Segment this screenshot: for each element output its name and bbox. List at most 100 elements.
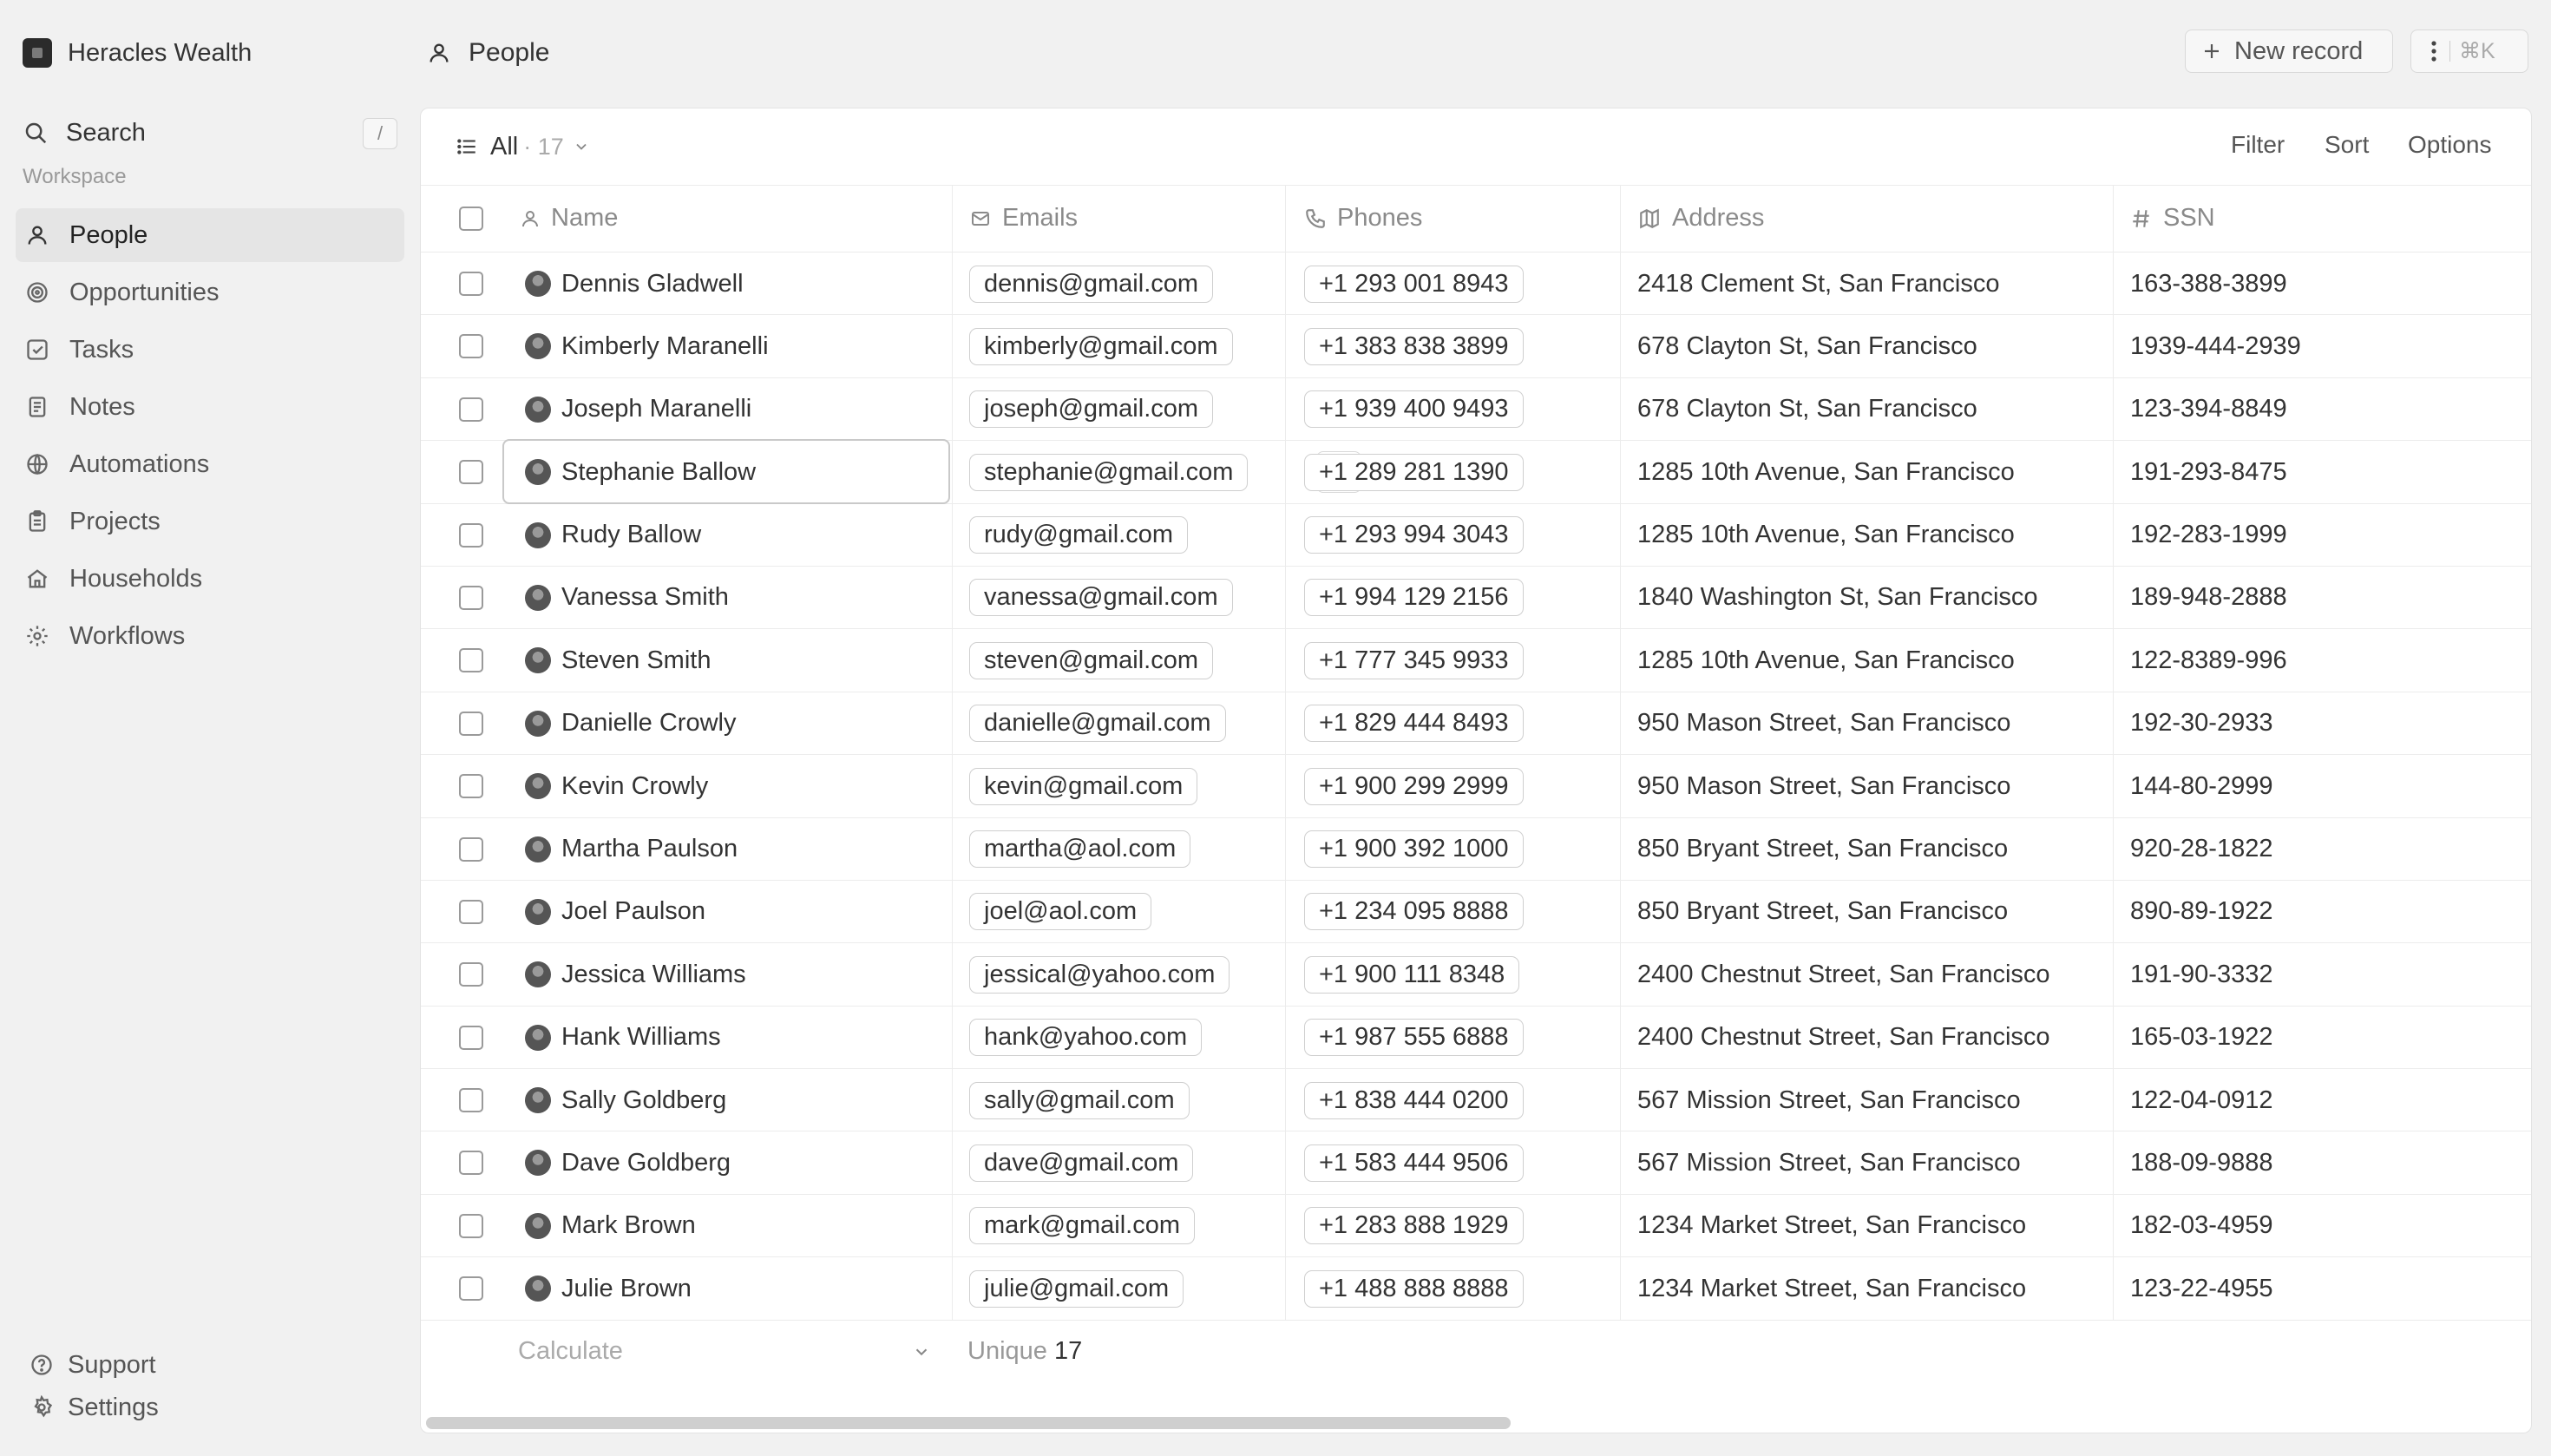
- phone-cell[interactable]: +1 838 444 0200: [1304, 1069, 1524, 1131]
- address-cell[interactable]: 678 Clayton St, San Francisco: [1637, 315, 1977, 377]
- phone-cell[interactable]: +1 293 001 8943: [1304, 253, 1524, 315]
- name-cell[interactable]: Stephanie Ballow: [525, 441, 756, 503]
- phone-chip[interactable]: +1 383 838 3899: [1304, 327, 1524, 365]
- table-row[interactable]: Sally Goldberg sally@gmail.com +1 838 444 …: [421, 1069, 2531, 1132]
- table-row[interactable]: Joel Paulson joel@aol.com +1 234 095 8888 8…: [421, 881, 2531, 944]
- filter-button[interactable]: Filter: [2231, 131, 2285, 159]
- phone-chip[interactable]: +1 234 095 8888: [1304, 893, 1524, 931]
- email-cell[interactable]: vanessa@gmail.com: [969, 567, 1233, 629]
- sidebar-item-people[interactable]: People: [16, 208, 404, 262]
- address-cell[interactable]: 1234 Market Street, San Francisco: [1637, 1257, 2026, 1320]
- support-link[interactable]: Support: [30, 1348, 156, 1382]
- name-cell[interactable]: Rudy Ballow: [525, 504, 701, 567]
- table-row[interactable]: Martha Paulson martha@aol.com +1 900 392 1…: [421, 818, 2531, 881]
- email-cell[interactable]: mark@gmail.com: [969, 1195, 1196, 1257]
- ssn-cell[interactable]: 182-03-4959: [2130, 1195, 2272, 1257]
- phone-cell[interactable]: +1 583 444 9506: [1304, 1131, 1524, 1194]
- address-cell[interactable]: 1285 10th Avenue, San Francisco: [1637, 629, 2015, 692]
- name-cell[interactable]: Kevin Crowly: [525, 755, 708, 817]
- address-cell[interactable]: 1234 Market Street, San Francisco: [1637, 1195, 2026, 1257]
- sidebar-item-workflows[interactable]: Workflows: [16, 609, 404, 663]
- phone-cell[interactable]: +1 777 345 9933: [1304, 629, 1524, 692]
- phone-chip[interactable]: +1 488 888 8888: [1304, 1269, 1524, 1308]
- row-checkbox[interactable]: [459, 648, 483, 673]
- row-checkbox[interactable]: [459, 334, 483, 359]
- row-checkbox[interactable]: [459, 1276, 483, 1302]
- name-cell[interactable]: Jessica Williams: [525, 943, 746, 1006]
- ssn-cell[interactable]: 123-394-8849: [2130, 378, 2287, 441]
- address-cell[interactable]: 1285 10th Avenue, San Francisco: [1637, 441, 2015, 503]
- name-cell[interactable]: Mark Brown: [525, 1195, 696, 1257]
- row-checkbox[interactable]: [459, 1151, 483, 1176]
- column-header-phones[interactable]: Phones: [1304, 185, 1422, 252]
- email-cell[interactable]: kevin@gmail.com: [969, 755, 1198, 817]
- phone-chip[interactable]: +1 900 111 8348: [1304, 955, 1520, 994]
- email-chip[interactable]: vanessa@gmail.com: [969, 579, 1233, 617]
- email-cell[interactable]: joel@aol.com: [969, 881, 1152, 943]
- address-cell[interactable]: 1285 10th Avenue, San Francisco: [1637, 504, 2015, 567]
- address-cell[interactable]: 567 Mission Street, San Francisco: [1637, 1069, 2021, 1131]
- email-cell[interactable]: dave@gmail.com: [969, 1131, 1194, 1194]
- name-cell[interactable]: Danielle Crowly: [525, 692, 736, 755]
- ssn-cell[interactable]: 890-89-1922: [2130, 881, 2272, 943]
- phone-chip[interactable]: +1 838 444 0200: [1304, 1081, 1524, 1119]
- table-row[interactable]: Dennis Gladwell dennis@gmail.com +1 293 00…: [421, 253, 2531, 316]
- phone-chip[interactable]: +1 289 281 1390: [1304, 453, 1524, 491]
- name-cell[interactable]: Vanessa Smith: [525, 567, 729, 629]
- phone-chip[interactable]: +1 293 994 3043: [1304, 516, 1524, 554]
- email-chip[interactable]: danielle@gmail.com: [969, 705, 1226, 743]
- address-cell[interactable]: 850 Bryant Street, San Francisco: [1637, 818, 2008, 881]
- table-row[interactable]: Kevin Crowly kevin@gmail.com +1 900 299 29…: [421, 755, 2531, 818]
- phone-cell[interactable]: +1 900 392 1000: [1304, 818, 1524, 881]
- phone-cell[interactable]: +1 234 095 8888: [1304, 881, 1524, 943]
- email-cell[interactable]: martha@aol.com: [969, 818, 1191, 881]
- phone-chip[interactable]: +1 900 299 2999: [1304, 767, 1524, 805]
- phone-chip[interactable]: +1 829 444 8493: [1304, 705, 1524, 743]
- email-chip[interactable]: kimberly@gmail.com: [969, 327, 1233, 365]
- ssn-cell[interactable]: 192-283-1999: [2130, 504, 2287, 567]
- column-header-name[interactable]: Name: [520, 185, 618, 252]
- row-checkbox[interactable]: [459, 1025, 483, 1050]
- sidebar-item-notes[interactable]: Notes: [16, 380, 404, 434]
- ssn-cell[interactable]: 191-293-8475: [2130, 441, 2287, 503]
- address-cell[interactable]: 1840 Washington St, San Francisco: [1637, 567, 2038, 629]
- phone-chip[interactable]: +1 293 001 8943: [1304, 265, 1524, 303]
- column-header-emails[interactable]: Emails: [969, 185, 1078, 252]
- ssn-cell[interactable]: 189-948-2888: [2130, 567, 2287, 629]
- row-checkbox[interactable]: [459, 899, 483, 924]
- email-chip[interactable]: dennis@gmail.com: [969, 265, 1214, 303]
- table-row[interactable]: Mark Brown mark@gmail.com +1 283 888 1929 1…: [421, 1195, 2531, 1258]
- email-cell[interactable]: danielle@gmail.com: [969, 692, 1226, 755]
- sidebar-item-projects[interactable]: Projects: [16, 495, 404, 548]
- select-all-checkbox[interactable]: [459, 206, 483, 231]
- unique-aggregate[interactable]: Unique 17: [967, 1337, 1082, 1366]
- phone-cell[interactable]: +1 293 994 3043: [1304, 504, 1524, 567]
- row-checkbox[interactable]: [459, 836, 483, 862]
- ssn-cell[interactable]: 192-30-2933: [2130, 692, 2272, 755]
- name-cell[interactable]: Kimberly Maranelli: [525, 315, 769, 377]
- phone-chip[interactable]: +1 987 555 6888: [1304, 1019, 1524, 1057]
- row-checkbox[interactable]: [459, 1213, 483, 1238]
- search-button[interactable]: Search /: [23, 115, 397, 151]
- table-row[interactable]: Julie Brown julie@gmail.com +1 488 888 888…: [421, 1257, 2531, 1321]
- email-chip[interactable]: stephanie@gmail.com: [969, 453, 1249, 491]
- row-checkbox[interactable]: [459, 460, 483, 485]
- email-chip[interactable]: rudy@gmail.com: [969, 516, 1188, 554]
- column-header-ssn[interactable]: SSN: [2130, 185, 2215, 252]
- row-checkbox[interactable]: [459, 774, 483, 799]
- name-cell[interactable]: Dennis Gladwell: [525, 253, 744, 315]
- address-cell[interactable]: 678 Clayton St, San Francisco: [1637, 378, 1977, 441]
- new-record-button[interactable]: New record: [2185, 30, 2393, 73]
- address-cell[interactable]: 2418 Clement St, San Francisco: [1637, 253, 1999, 315]
- view-selector[interactable]: All · 17: [456, 129, 590, 164]
- sidebar-item-opportunities[interactable]: Opportunities: [16, 266, 404, 319]
- table-row[interactable]: Danielle Crowly danielle@gmail.com +1 829 …: [421, 692, 2531, 756]
- more-actions-button[interactable]: ⌘K: [2410, 30, 2528, 73]
- name-cell[interactable]: Hank Williams: [525, 1007, 721, 1069]
- email-chip[interactable]: jessical@yahoo.com: [969, 955, 1230, 994]
- email-cell[interactable]: hank@yahoo.com: [969, 1007, 1203, 1069]
- name-cell[interactable]: Joel Paulson: [525, 881, 705, 943]
- address-cell[interactable]: 2400 Chestnut Street, San Francisco: [1637, 1007, 2050, 1069]
- table-row[interactable]: Joseph Maranelli joseph@gmail.com +1 939 4…: [421, 378, 2531, 442]
- email-cell[interactable]: steven@gmail.com: [969, 629, 1214, 692]
